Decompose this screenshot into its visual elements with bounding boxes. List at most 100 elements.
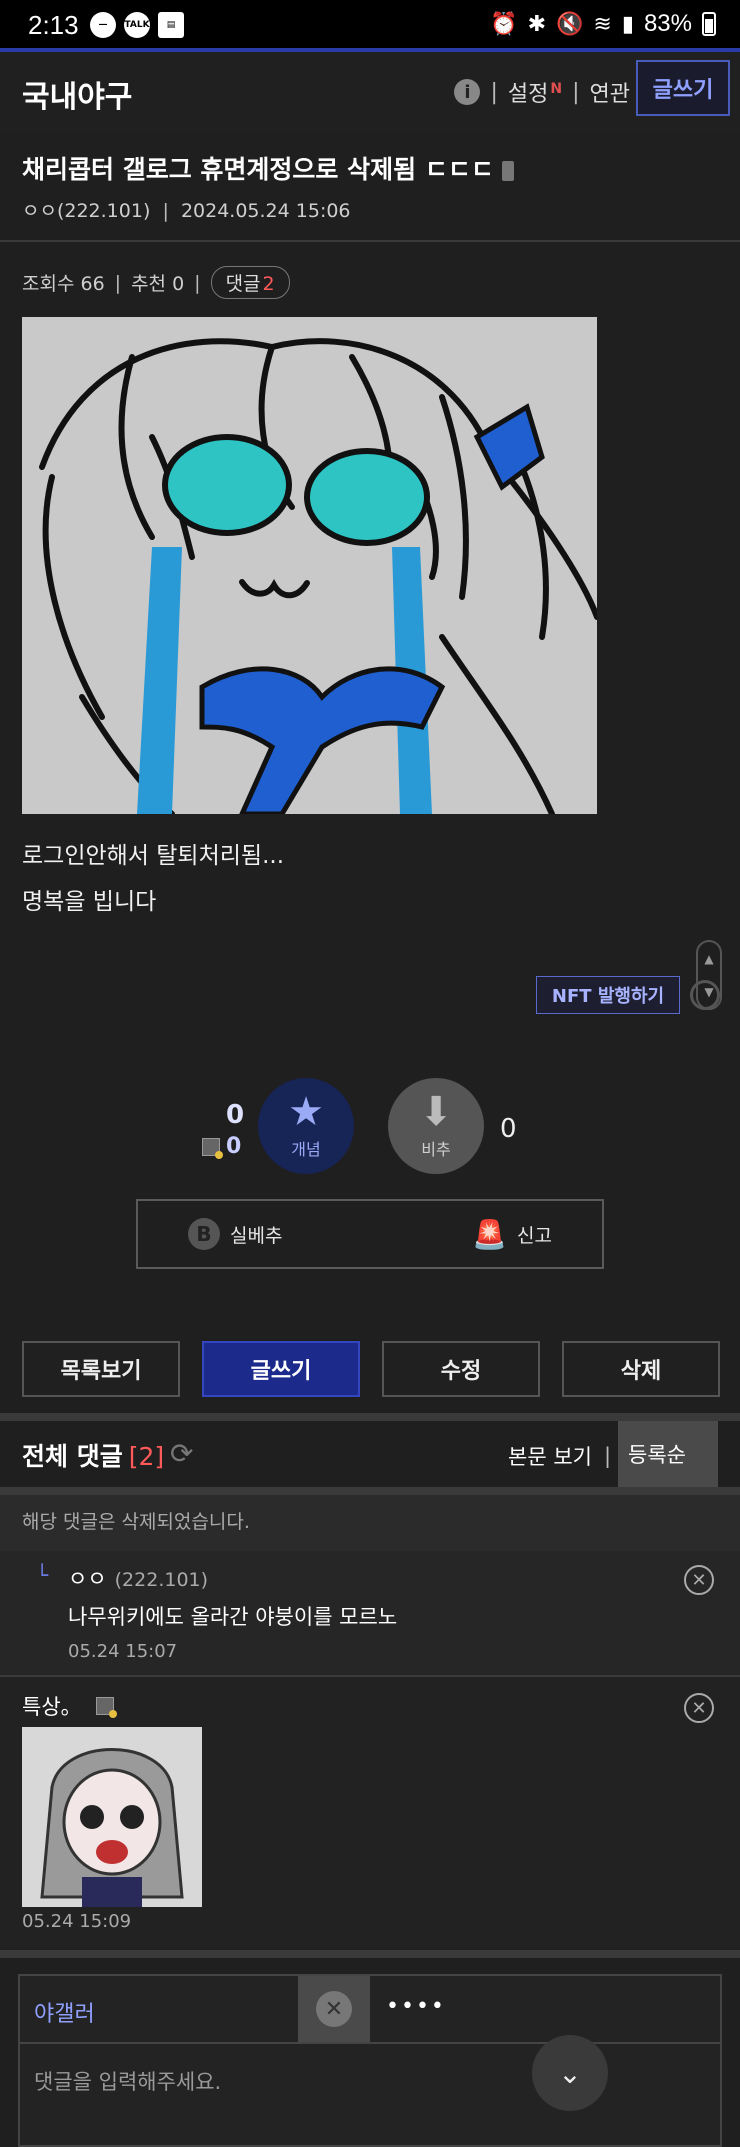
battery-icon: [702, 12, 716, 36]
report-label: 신고: [517, 1224, 552, 1247]
mobile-icon: [501, 161, 514, 181]
post-stats: 조회수 66 | 추천 0 | 댓글 2: [22, 266, 290, 299]
section-divider: [0, 1950, 740, 1958]
comments-count: [2]: [128, 1442, 165, 1471]
chevron-down-icon: ⌄: [558, 2056, 582, 2090]
close-icon[interactable]: ✕: [684, 1693, 714, 1723]
b-icon: B: [188, 1218, 220, 1250]
post-body-line: 로그인안해서 탈퇴처리됨...: [22, 843, 285, 869]
new-badge: N: [550, 80, 563, 97]
separator: |: [114, 271, 122, 294]
fixed-user-icon: [95, 1697, 117, 1718]
settings-link[interactable]: 설정 N: [508, 76, 562, 108]
post-author[interactable]: ㅇㅇ(222.101): [22, 200, 150, 222]
settings-label: 설정: [507, 82, 549, 107]
header-links: i | 설정 N | 연관: [454, 76, 630, 108]
reply-arrow-icon: └: [36, 1563, 49, 1587]
bluetooth-icon: ✱: [527, 11, 546, 36]
clear-nickname-button[interactable]: ✕: [298, 1976, 370, 2042]
comment-image[interactable]: [22, 1727, 202, 1907]
signal-icon: ▮: [621, 11, 634, 36]
battery-percent: 83%: [643, 10, 692, 37]
post-image[interactable]: [22, 317, 597, 814]
comment-author[interactable]: 특상。: [22, 1691, 117, 1721]
post-body-line: 명복을 빕니다: [22, 889, 157, 915]
separator: |: [156, 200, 175, 222]
post-date: 2024.05.24 15:06: [180, 200, 351, 222]
board-title[interactable]: 국내야구: [22, 72, 132, 116]
nft-mint-button[interactable]: NFT 발행하기: [536, 976, 680, 1014]
mute-icon: 🔇: [556, 11, 584, 36]
write-button[interactable]: 글쓰기: [202, 1341, 360, 1397]
info-icon[interactable]: i: [454, 79, 481, 105]
comment-date: 05.24 15:09: [22, 1911, 132, 1932]
section-divider: [0, 1487, 740, 1495]
talk-icon: TALK: [124, 12, 150, 38]
nickname-field[interactable]: 야갤러: [34, 1996, 95, 2028]
status-bar: 2:13 — TALK ▤ ⏰ ✱ 🔇 ≋ ▮ 83%: [0, 0, 740, 50]
comment-form-top: 야갤러 ✕ ••••: [20, 1976, 720, 2044]
delete-button[interactable]: 삭제: [562, 1341, 720, 1397]
downvote-button[interactable]: ⬇ 비추: [388, 1078, 484, 1174]
downvote-label: 비추: [421, 1140, 451, 1159]
comments-controls: 본문 보기 |: [508, 1441, 611, 1471]
comments-title: 전체 댓글 [2]: [22, 1437, 164, 1473]
circle-icon: [690, 980, 720, 1010]
list-button[interactable]: 목록보기: [22, 1341, 180, 1397]
crying-anime-illustration: [22, 317, 597, 814]
chevron-up-icon[interactable]: ▲: [704, 952, 713, 966]
edit-button[interactable]: 수정: [382, 1341, 540, 1397]
reply-date: 05.24 15:07: [68, 1641, 178, 1662]
view-body-link[interactable]: 본문 보기: [508, 1441, 592, 1471]
close-icon[interactable]: ✕: [684, 1565, 714, 1595]
star-icon: ★: [288, 1089, 324, 1135]
siren-icon: 🚨: [472, 1217, 508, 1251]
refresh-icon[interactable]: ⟳: [170, 1437, 193, 1470]
board-header: 국내야구 i | 설정 N | 연관 글쓰기: [0, 52, 740, 132]
separator: |: [572, 79, 580, 105]
comment-pill-count: 2: [262, 273, 275, 295]
report-button[interactable]: 🚨 신고: [472, 1218, 552, 1251]
recommend-count: 추천 0: [131, 273, 185, 295]
password-field[interactable]: ••••: [386, 1994, 446, 2019]
scroll-down-button[interactable]: ⌄: [532, 2035, 608, 2111]
downvote-count: 0: [500, 1114, 517, 1144]
reply-author-name: ㅇㅇ: [68, 1567, 107, 1591]
best-recommend-button[interactable]: B 실베추: [188, 1218, 282, 1250]
comment-input[interactable]: 댓글을 입력해주세요.: [34, 2066, 221, 2096]
separator: |: [490, 79, 498, 105]
wifi-icon: ≋: [593, 11, 612, 36]
upvote-label: 개념: [291, 1140, 321, 1159]
comment-form: 야갤러 ✕ •••• 댓글을 입력해주세요.: [18, 1974, 722, 2147]
related-link[interactable]: 연관: [590, 76, 630, 108]
view-count: 조회수 66: [22, 273, 105, 295]
reply-text: 나무위키에도 올라간 야붕이를 모르노: [68, 1605, 398, 1629]
reply-author-ip: (222.101): [114, 1569, 209, 1591]
comment-author-name: 특상。: [22, 1695, 82, 1719]
arrow-down-icon: ⬇: [419, 1089, 453, 1135]
sort-select[interactable]: 등록순: [618, 1421, 718, 1487]
upvote-button[interactable]: ★ 개념: [258, 1078, 354, 1174]
separator: |: [194, 271, 201, 294]
sort-label: 등록순: [628, 1443, 686, 1467]
divider: [0, 240, 740, 242]
reply-author[interactable]: ㅇㅇ (222.101): [68, 1563, 208, 1593]
header-write-button[interactable]: 글쓰기: [636, 60, 730, 116]
upvote-count: 0: [226, 1100, 245, 1130]
clipboard-icon: ▤: [158, 12, 184, 38]
alarm-icon: ⏰: [490, 11, 518, 36]
section-divider: [0, 1413, 740, 1421]
post-meta: ㅇㅇ(222.101) | 2024.05.24 15:06: [22, 196, 351, 223]
fixed-upvote-value: 0: [226, 1134, 242, 1159]
comment-count-pill[interactable]: 댓글 2: [210, 266, 290, 299]
status-left-icons: — TALK ▤: [90, 12, 184, 38]
comment-item: 특상。 ✕ 05.24 15:09: [0, 1677, 740, 1949]
deleted-comment-notice: 해당 댓글은 삭제되었습니다.: [0, 1495, 740, 1551]
comments-header: 전체 댓글 [2] ⟳ 본문 보기 | 등록순: [0, 1421, 740, 1487]
status-right-icons: ⏰ ✱ 🔇 ≋ ▮ 83%: [490, 10, 716, 38]
comments-title-text: 전체 댓글: [22, 1442, 123, 1471]
fixed-user-icon: [202, 1137, 223, 1159]
separator: |: [603, 1444, 612, 1468]
minus-circle-icon: —: [90, 12, 116, 38]
action-box: B 실베추 🚨 신고: [136, 1199, 604, 1269]
